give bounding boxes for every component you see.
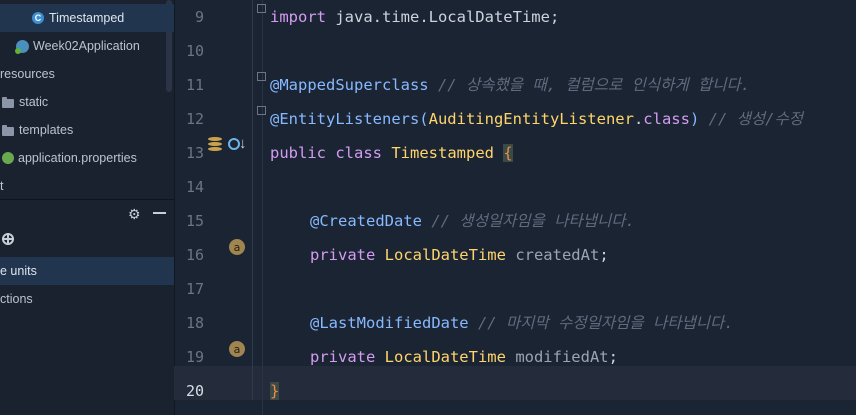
code-line-18[interactable]: @LastModifiedDate // 마지막 수정일자임을 나타냅니다.: [310, 306, 734, 340]
tree-item-label: Timestamped: [49, 11, 125, 25]
import-path: java.time.LocalDateTime;: [335, 8, 560, 26]
tree-item-label: static: [19, 95, 49, 109]
fold-icon[interactable]: [257, 72, 266, 81]
database-entity-icon[interactable]: [208, 137, 222, 153]
line-number[interactable]: 10: [174, 34, 204, 68]
code-line-16[interactable]: private LocalDateTime createdAt;: [310, 238, 609, 272]
code-line-11[interactable]: @MappedSuperclass // 상속했을 때, 컬럼으로 인식하게 합…: [270, 68, 750, 102]
dot: .: [633, 110, 644, 128]
comment: // 마지막 수정일자임을 나타냅니다.: [468, 314, 734, 332]
annotation: @EntityListeners(: [270, 110, 429, 128]
annotation: @CreatedDate: [310, 212, 422, 230]
comment: // 상속했을 때, 컬럼으로 인식하게 합니다.: [428, 76, 751, 94]
locate-icon[interactable]: [2, 233, 14, 245]
panel-item-label: ctions: [0, 292, 33, 306]
class-reference: AuditingEntityListener: [428, 110, 634, 128]
annotation-badge-icon[interactable]: a: [229, 239, 245, 255]
tree-item-label: resources: [0, 67, 55, 81]
line-number[interactable]: 17: [174, 272, 204, 306]
semicolon: ;: [608, 348, 618, 366]
type: LocalDateTime: [384, 348, 516, 366]
tree-item-resources[interactable]: resources: [0, 60, 174, 88]
tree-item-label: t: [0, 179, 4, 193]
down-arrow-icon[interactable]: ↓: [239, 135, 247, 152]
line-number-current[interactable]: 20: [174, 374, 204, 408]
keyword: private: [310, 246, 385, 264]
gear-icon[interactable]: ⚙: [128, 206, 141, 223]
line-number[interactable]: 14: [174, 170, 204, 204]
line-number[interactable]: 11: [174, 68, 204, 102]
panel-divider: [0, 199, 174, 200]
spring-properties-icon: [2, 152, 14, 164]
brace: }: [270, 382, 280, 400]
folder-icon: [2, 96, 14, 108]
panel-item-actions[interactable]: ctions: [0, 285, 174, 313]
folder-icon: [2, 124, 14, 136]
comment: // 생성일자임을 나타냅니다.: [421, 212, 635, 230]
tree-item-application-properties[interactable]: application.properties: [0, 144, 174, 172]
gutter-separator: [252, 0, 253, 400]
spring-app-icon: [15, 39, 29, 54]
annotation-badge-icon[interactable]: a: [229, 341, 245, 357]
tree-item-static[interactable]: static: [0, 88, 174, 116]
line-number[interactable]: 13: [174, 136, 204, 170]
tree-item-timestamped[interactable]: C Timestamped: [0, 4, 174, 32]
keyword: private: [310, 348, 385, 366]
line-number[interactable]: 18: [174, 306, 204, 340]
tree-item-partial[interactable]: t: [0, 172, 174, 200]
tree-item-week02application[interactable]: Week02Application: [0, 32, 174, 60]
comment: // 생성/수정: [699, 110, 804, 128]
semicolon: ;: [599, 246, 609, 264]
type: LocalDateTime: [384, 246, 516, 264]
line-number[interactable]: 15: [174, 204, 204, 238]
indent-guide: [262, 0, 263, 415]
code-line-13[interactable]: public class Timestamped {: [270, 136, 513, 170]
tree-item-label: templates: [19, 123, 74, 137]
minimize-icon[interactable]: [153, 212, 166, 214]
code-line-15[interactable]: @CreatedDate // 생성일자임을 나타냅니다.: [310, 204, 635, 238]
panel-item-label: e units: [0, 264, 37, 278]
line-number[interactable]: 19: [174, 340, 204, 374]
class-icon: C: [32, 12, 44, 24]
code-line-9[interactable]: import java.time.LocalDateTime;: [270, 0, 559, 34]
tree-item-label: Week02Application: [33, 39, 140, 53]
code-line-19[interactable]: private LocalDateTime modifiedAt;: [310, 340, 618, 374]
field-name: modifiedAt: [515, 348, 609, 366]
annotation: @MappedSuperclass: [270, 76, 429, 94]
tree-item-label: application.properties: [18, 151, 137, 165]
keyword: public class: [270, 144, 392, 162]
line-number[interactable]: 16: [174, 238, 204, 272]
code-line-12[interactable]: @EntityListeners(AuditingEntityListener.…: [270, 102, 803, 136]
tree-item-templates[interactable]: templates: [0, 116, 174, 144]
line-number[interactable]: 12: [174, 102, 204, 136]
fold-icon[interactable]: [257, 106, 266, 115]
class-name: Timestamped: [391, 144, 494, 162]
line-number[interactable]: 9: [174, 0, 204, 34]
keyword: class: [643, 110, 690, 128]
field-name: createdAt: [515, 246, 600, 264]
annotation: @LastModifiedDate: [310, 314, 469, 332]
project-sidebar: C Timestamped Week02Application resource…: [0, 0, 174, 415]
code-line-20[interactable]: }: [270, 374, 280, 408]
brace: {: [503, 144, 513, 162]
fold-icon[interactable]: [257, 4, 266, 13]
paren: ): [689, 110, 700, 128]
keyword: import: [270, 8, 336, 26]
panel-item-units[interactable]: e units: [0, 257, 174, 285]
